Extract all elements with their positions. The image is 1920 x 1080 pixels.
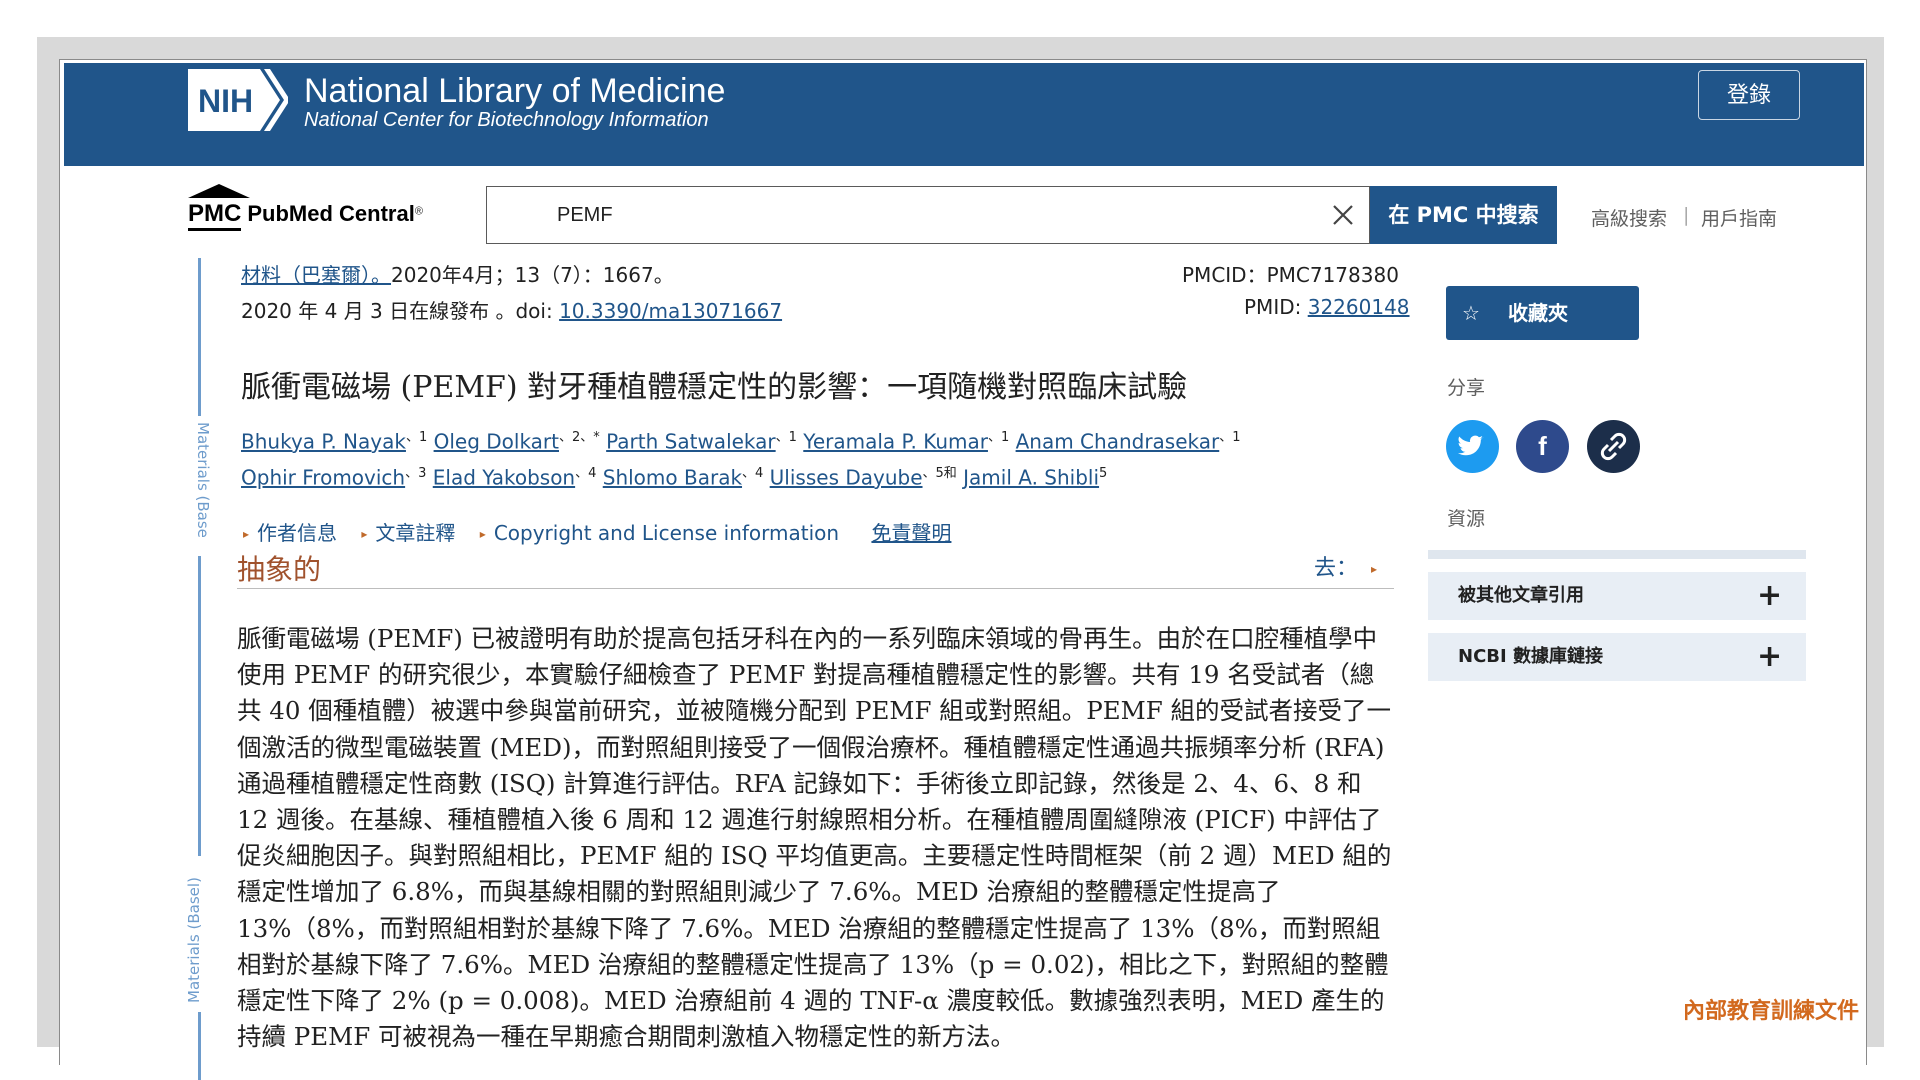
login-button[interactable]: 登錄 bbox=[1698, 70, 1800, 120]
clear-icon[interactable] bbox=[1331, 203, 1355, 227]
author-list: Bhukya P. Nayak、1 Oleg Dolkart、2、* Parth… bbox=[241, 426, 1241, 454]
triangle-right-icon: ▸ bbox=[479, 527, 486, 541]
journal-strip-line bbox=[198, 258, 201, 416]
search-button[interactable]: 在 PMC 中搜索 bbox=[1370, 186, 1557, 244]
twitter-icon[interactable] bbox=[1446, 420, 1499, 473]
doi-link[interactable]: 10.3390/ma13071667 bbox=[559, 299, 782, 323]
ncbi-subtitle: National Center for Biotechnology Inform… bbox=[304, 109, 709, 131]
pmid-link[interactable]: 32260148 bbox=[1308, 295, 1410, 319]
ncbi-links-accordion[interactable]: NCBI 數據庫鏈接 + bbox=[1428, 633, 1806, 681]
author-affiliation: 、5和 bbox=[922, 466, 957, 481]
resources-label: 資源 bbox=[1447, 508, 1486, 530]
user-guide-link[interactable]: 用戶指南 bbox=[1701, 204, 1777, 231]
nih-logo[interactable]: NIH bbox=[188, 69, 288, 131]
journal-strip-label-top: Materials (Base bbox=[194, 422, 212, 538]
author-affiliation: 、1 bbox=[1219, 430, 1241, 445]
author-affiliation: 、4 bbox=[575, 466, 597, 481]
author-link[interactable]: Jamil A. Shibli bbox=[963, 466, 1099, 490]
abstract-text: 脈衝電磁場 (PEMF) 已被證明有助於提高包括牙科在內的一系列臨床領域的骨再生… bbox=[237, 624, 1392, 1052]
author-affiliation: 、1 bbox=[987, 430, 1010, 445]
favorites-label: 收藏夾 bbox=[1508, 301, 1568, 325]
author-link[interactable]: Ulisses Dayube bbox=[770, 466, 923, 490]
nih-logo-text: NIH bbox=[198, 83, 253, 119]
article-notes-link[interactable]: 文章註釋 bbox=[375, 521, 455, 545]
published-text: 2020 年 4 月 3 日在線發布 。doi: bbox=[241, 299, 553, 323]
pmid-line: PMID: 32260148 bbox=[1244, 295, 1410, 319]
goto-label: 去： bbox=[1314, 556, 1359, 581]
share-label: 分享 bbox=[1447, 377, 1486, 399]
author-link[interactable]: Bhukya P. Nayak bbox=[241, 430, 406, 454]
journal-link[interactable]: 材料（巴塞爾）。 bbox=[241, 263, 391, 287]
nih-header: NIH National Library of Medicine Nationa… bbox=[64, 63, 1864, 166]
journal-strip-line bbox=[198, 556, 201, 856]
search-input[interactable] bbox=[557, 187, 1257, 243]
pmc-mark: PMC bbox=[188, 200, 242, 231]
citation-text: 2020年4月；13（7）：1667。 bbox=[391, 263, 674, 287]
section-divider bbox=[237, 588, 1394, 589]
author-affiliation: 、2、* bbox=[559, 430, 600, 445]
triangle-right-icon: ▸ bbox=[243, 527, 250, 541]
nlm-title[interactable]: National Library of Medicine bbox=[304, 71, 725, 111]
advanced-search-link[interactable]: 高級搜索 bbox=[1591, 204, 1667, 231]
article-title: 脈衝電磁場 (PEMF) 對牙種植體穩定性的影響：一項隨機對照臨床試驗 bbox=[241, 370, 1188, 405]
citation-line: 材料（巴塞爾）。2020年4月；13（7）：1667。 bbox=[241, 259, 674, 288]
author-affiliation: 5 bbox=[1099, 466, 1108, 481]
author-affiliation: 、1 bbox=[405, 430, 428, 445]
pmc-reg: ® bbox=[414, 205, 423, 218]
pmc-logo[interactable]: PMC PubMed Central® bbox=[188, 184, 438, 231]
search-box bbox=[486, 186, 1370, 244]
author-link[interactable]: Ophir Fromovich bbox=[241, 466, 405, 490]
published-line: 2020 年 4 月 3 日在線發布 。doi: 10.3390/ma13071… bbox=[241, 295, 782, 324]
pmc-roof-icon bbox=[188, 184, 250, 198]
pmid-label: PMID: bbox=[1244, 295, 1302, 319]
goto-link[interactable]: 去： ▸ bbox=[1314, 550, 1385, 582]
author-link[interactable]: Oleg Dolkart bbox=[434, 430, 559, 454]
plus-icon: + bbox=[1757, 578, 1783, 613]
author-link[interactable]: Anam Chandrasekar bbox=[1016, 430, 1220, 454]
accordion-label: NCBI 數據庫鏈接 bbox=[1458, 646, 1603, 667]
author-info-link[interactable]: 作者信息 bbox=[257, 521, 337, 545]
pmc-name: PubMed Central bbox=[247, 201, 415, 226]
author-link[interactable]: Parth Satwalekar bbox=[606, 430, 776, 454]
author-list: Ophir Fromovich、3 Elad Yakobson、4 Shlomo… bbox=[241, 462, 1107, 490]
author-link[interactable]: Elad Yakobson bbox=[433, 466, 575, 490]
author-affiliation: 、4 bbox=[742, 466, 764, 481]
author-affiliation: 、3 bbox=[405, 466, 427, 481]
triangle-right-icon: ▸ bbox=[361, 527, 368, 541]
plus-icon: + bbox=[1757, 639, 1783, 674]
triangle-right-icon: ▸ bbox=[1371, 562, 1378, 576]
cited-by-accordion[interactable]: 被其他文章引用 + bbox=[1428, 572, 1806, 620]
favorites-button[interactable]: ☆ 收藏夾 bbox=[1446, 286, 1639, 340]
author-link[interactable]: Shlomo Barak bbox=[603, 466, 742, 490]
accordion-label: 被其他文章引用 bbox=[1458, 585, 1584, 606]
facebook-icon[interactable]: f bbox=[1516, 420, 1569, 473]
journal-strip-line bbox=[198, 1012, 201, 1080]
author-affiliation: 、1 bbox=[775, 430, 797, 445]
disclaimer-link[interactable]: 免責聲明 bbox=[871, 521, 951, 545]
watermark-text: 內部教育訓練文件 bbox=[1683, 998, 1860, 1024]
article-info-links: ▸ 作者信息 ▸ 文章註釋 ▸ Copyright and License infor… bbox=[243, 517, 951, 546]
author-link[interactable]: Yeramala P. Kumar bbox=[803, 430, 988, 454]
resources-divider bbox=[1428, 550, 1806, 559]
star-icon: ☆ bbox=[1462, 301, 1480, 325]
abstract-heading: 抽象的 bbox=[237, 553, 322, 586]
link-icon[interactable] bbox=[1587, 420, 1640, 473]
copyright-link[interactable]: Copyright and License information bbox=[494, 521, 839, 545]
journal-strip-label-bottom: Materials (Basel) bbox=[185, 877, 203, 1003]
pmcid: PMCID：PMC7178380 bbox=[1182, 263, 1399, 287]
link-separator: | bbox=[1683, 204, 1690, 226]
